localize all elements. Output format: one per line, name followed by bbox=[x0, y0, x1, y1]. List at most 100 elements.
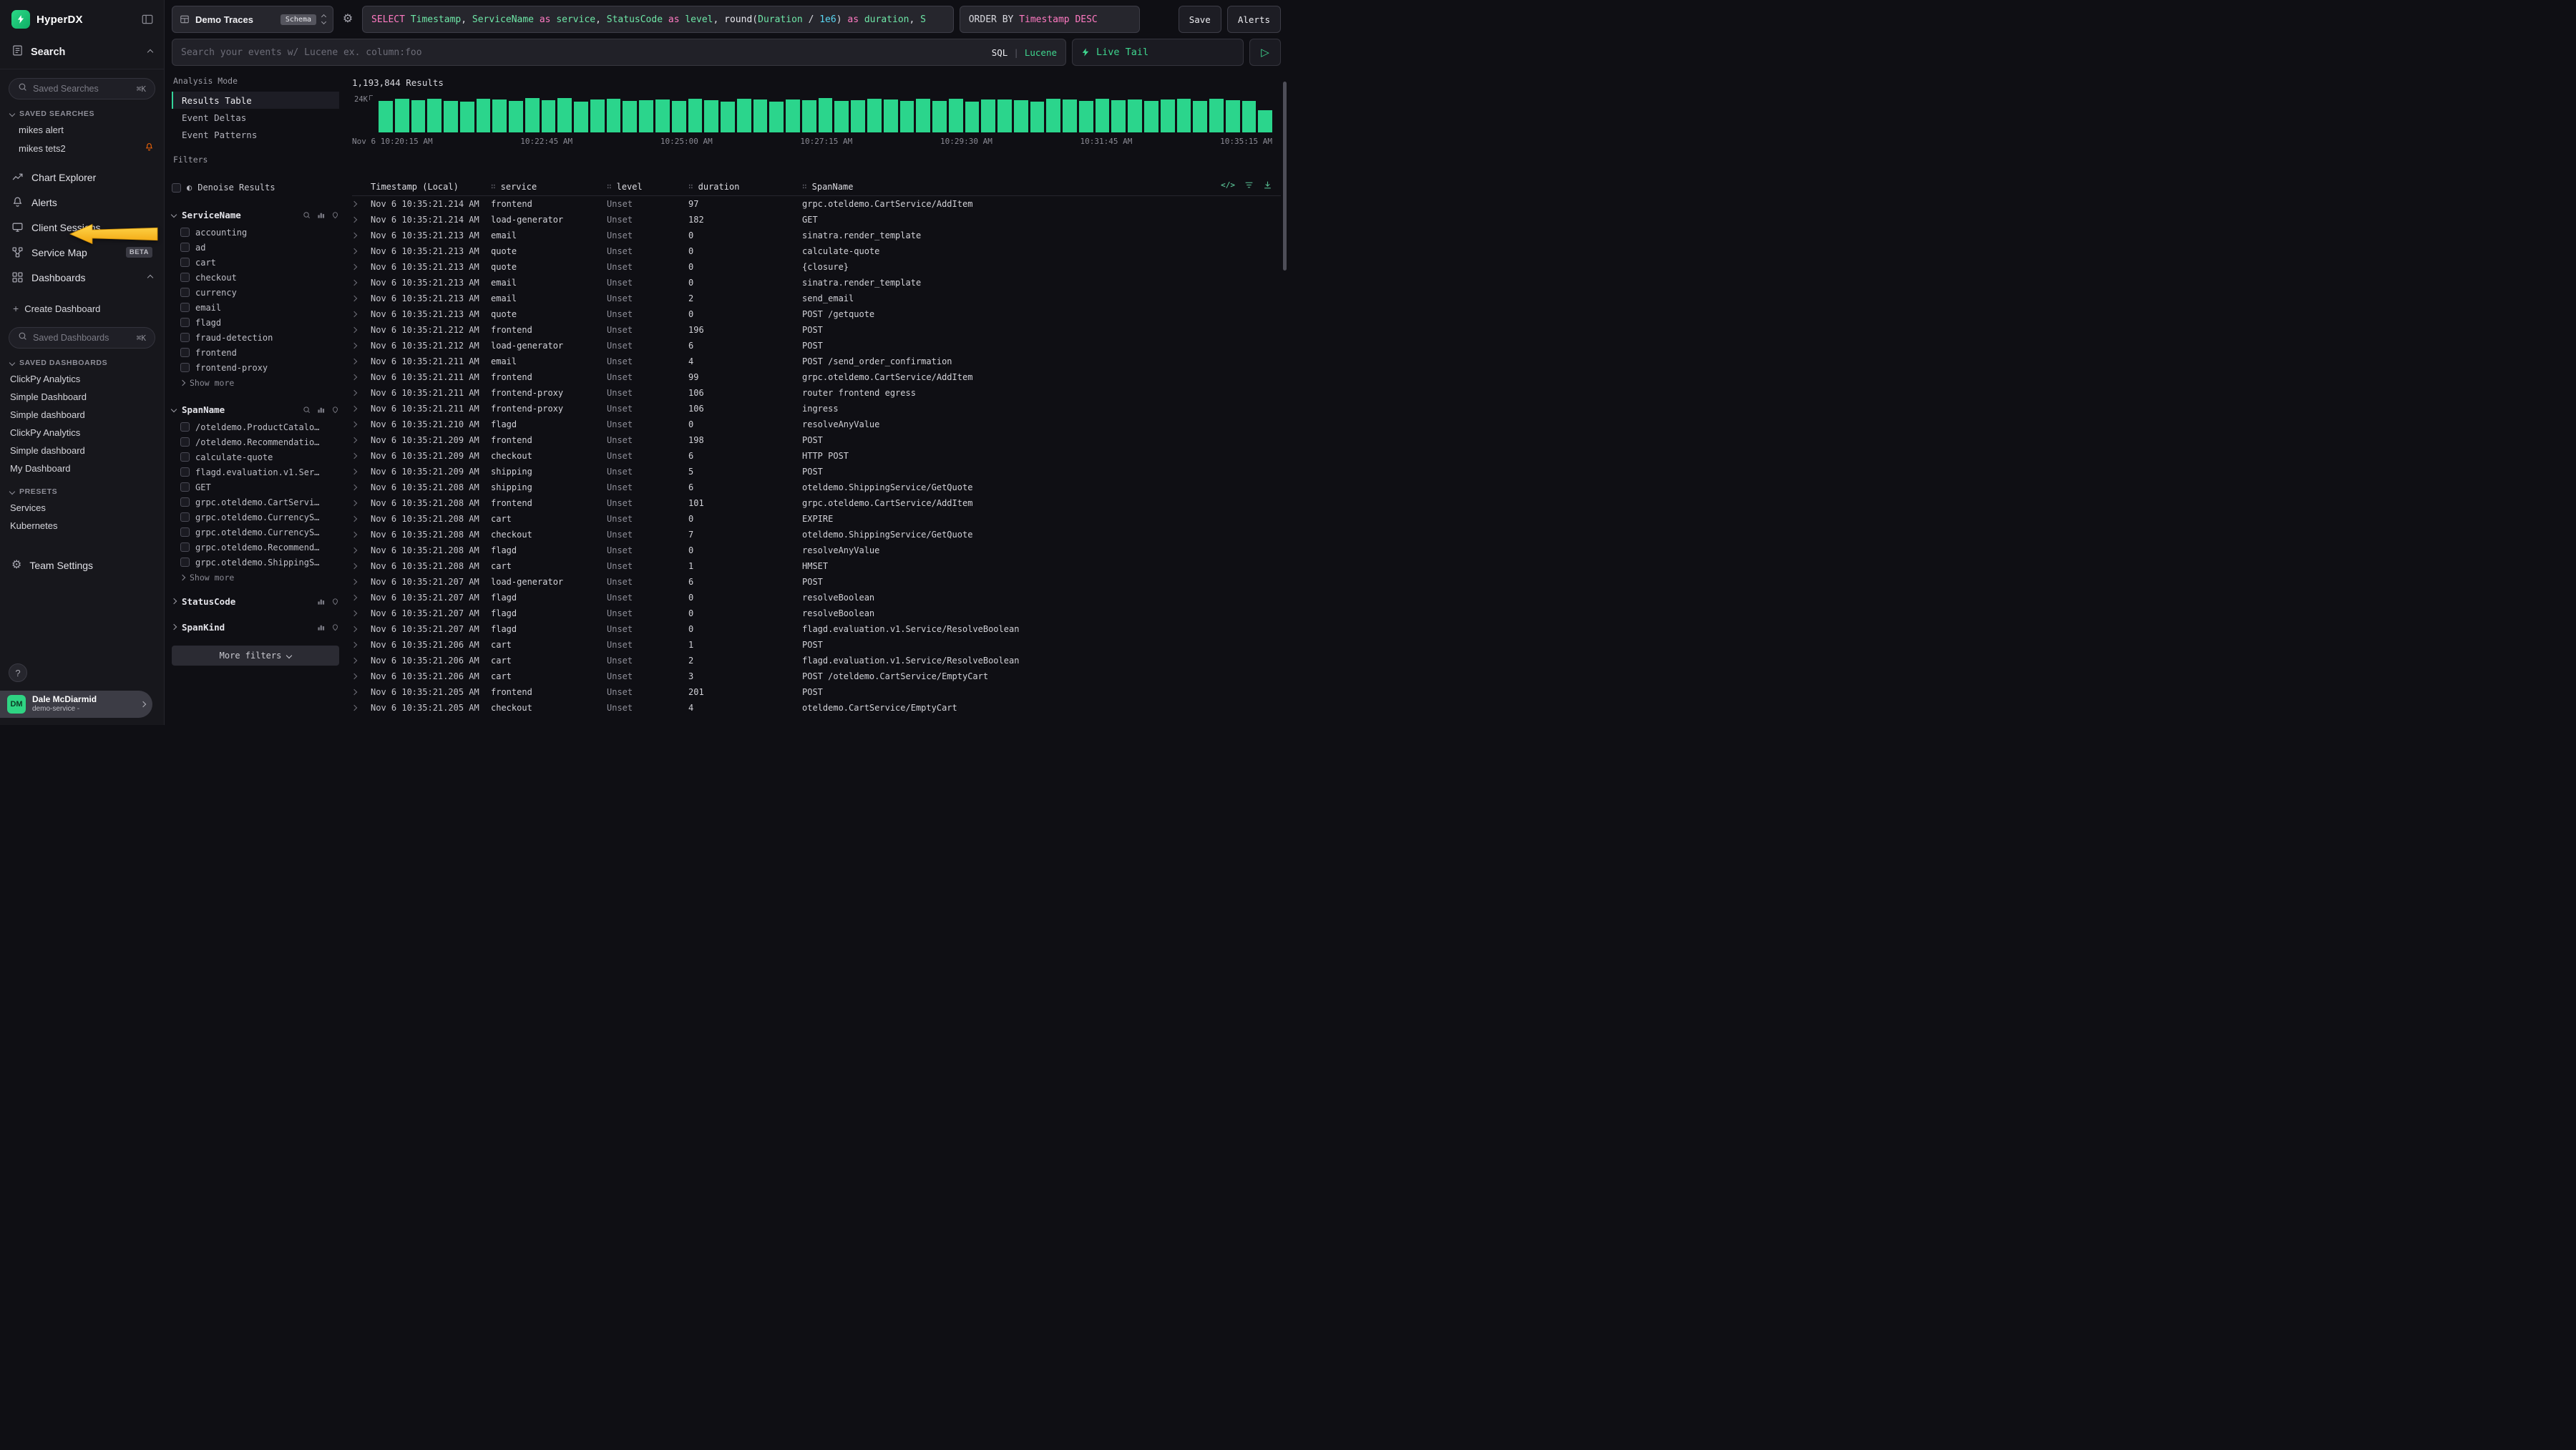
expand-row-icon[interactable] bbox=[351, 217, 357, 223]
histogram-bar[interactable] bbox=[1193, 101, 1207, 132]
facet-header[interactable]: SpanName bbox=[172, 399, 339, 419]
saved-search-item[interactable]: mikes tets2 bbox=[0, 139, 164, 157]
table-row[interactable]: Nov 6 10:35:21.208 AM cart Unset 0 EXPIR… bbox=[352, 511, 1281, 527]
saved-searches-group-label[interactable]: SAVED SEARCHES bbox=[10, 110, 164, 118]
histogram-bar[interactable] bbox=[851, 100, 865, 132]
histogram-bar[interactable] bbox=[721, 102, 735, 132]
facet-value-row[interactable]: grpc.oteldemo.CartServi… bbox=[172, 495, 339, 510]
table-row[interactable]: Nov 6 10:35:21.207 AM load-generator Uns… bbox=[352, 574, 1281, 590]
histogram-bar[interactable] bbox=[427, 99, 441, 132]
play-button[interactable]: ▷ bbox=[1249, 39, 1281, 66]
histogram-bar[interactable] bbox=[1226, 100, 1240, 132]
column-header-level[interactable]: ∷level bbox=[607, 182, 688, 192]
checkbox[interactable] bbox=[180, 452, 190, 462]
table-row[interactable]: Nov 6 10:35:21.214 AM frontend Unset 97 … bbox=[352, 196, 1281, 212]
histogram-bar[interactable] bbox=[460, 102, 474, 132]
create-dashboard-button[interactable]: + Create Dashboard bbox=[0, 298, 164, 318]
facet-value-row[interactable]: grpc.oteldemo.ShippingS… bbox=[172, 555, 339, 570]
table-row[interactable]: Nov 6 10:35:21.213 AM quote Unset 0 calc… bbox=[352, 243, 1281, 259]
analysis-mode-option[interactable]: Results Table bbox=[172, 92, 339, 109]
facet-value-row[interactable]: frontend-proxy bbox=[172, 360, 339, 375]
user-menu[interactable]: DM Dale McDiarmid demo-service - bbox=[0, 691, 152, 718]
table-row[interactable]: Nov 6 10:35:21.211 AM frontend Unset 99 … bbox=[352, 369, 1281, 385]
drag-handle-icon[interactable]: ∷ bbox=[607, 182, 612, 191]
expand-row-icon[interactable] bbox=[351, 673, 357, 679]
table-row[interactable]: Nov 6 10:35:21.209 AM shipping Unset 5 P… bbox=[352, 464, 1281, 480]
expand-row-icon[interactable] bbox=[351, 233, 357, 238]
show-more-link[interactable]: Show more bbox=[172, 570, 339, 585]
histogram-bar[interactable] bbox=[623, 101, 637, 132]
table-row[interactable]: Nov 6 10:35:21.206 AM cart Unset 3 POST … bbox=[352, 668, 1281, 684]
histogram-bar[interactable] bbox=[965, 102, 980, 132]
expand-row-icon[interactable] bbox=[351, 311, 357, 317]
checkbox[interactable] bbox=[180, 348, 190, 357]
expand-row-icon[interactable] bbox=[351, 374, 357, 380]
histogram-bar[interactable] bbox=[1030, 102, 1045, 132]
table-row[interactable]: Nov 6 10:35:21.207 AM flagd Unset 0 reso… bbox=[352, 605, 1281, 621]
scrollbar-thumb[interactable] bbox=[1283, 82, 1287, 271]
column-header-duration[interactable]: ∷duration bbox=[688, 182, 802, 192]
expand-row-icon[interactable] bbox=[351, 469, 357, 475]
show-more-link[interactable]: Show more bbox=[172, 375, 339, 391]
histogram-bar[interactable] bbox=[1111, 100, 1126, 132]
histogram-bar[interactable] bbox=[509, 101, 523, 132]
histogram-bar[interactable] bbox=[1144, 101, 1158, 132]
histogram-bar[interactable] bbox=[900, 101, 914, 132]
expand-row-icon[interactable] bbox=[351, 359, 357, 364]
checkbox[interactable] bbox=[180, 288, 190, 297]
table-row[interactable]: Nov 6 10:35:21.210 AM flagd Unset 0 reso… bbox=[352, 417, 1281, 432]
histogram-bar[interactable] bbox=[704, 100, 718, 132]
expand-row-icon[interactable] bbox=[351, 327, 357, 333]
order-by-editor[interactable]: ORDER BY Timestamp DESC bbox=[960, 6, 1140, 33]
pin-icon[interactable] bbox=[331, 598, 339, 605]
expand-row-icon[interactable] bbox=[351, 658, 357, 663]
histogram-bar[interactable] bbox=[1079, 101, 1093, 132]
expand-row-icon[interactable] bbox=[351, 248, 357, 254]
sidebar-dashboard-item[interactable]: Simple Dashboard bbox=[0, 388, 164, 406]
expand-row-icon[interactable] bbox=[351, 422, 357, 427]
histogram-bar[interactable] bbox=[1128, 99, 1142, 132]
histogram-bar[interactable] bbox=[1063, 99, 1077, 132]
expand-row-icon[interactable] bbox=[351, 595, 357, 600]
table-row[interactable]: Nov 6 10:35:21.213 AM quote Unset 0 {clo… bbox=[352, 259, 1281, 275]
histogram-bar[interactable] bbox=[395, 99, 409, 132]
sidebar-dashboard-item[interactable]: ClickPy Analytics bbox=[0, 370, 164, 388]
sidebar-item-dashboards[interactable]: Dashboards bbox=[0, 265, 164, 290]
column-header-spanname[interactable]: ∷SpanName bbox=[802, 182, 1202, 192]
expand-row-icon[interactable] bbox=[351, 264, 357, 270]
table-row[interactable]: Nov 6 10:35:21.213 AM email Unset 0 sina… bbox=[352, 228, 1281, 243]
bar-chart-icon[interactable] bbox=[317, 406, 325, 414]
source-select[interactable]: Demo Traces Schema bbox=[172, 6, 333, 33]
download-icon[interactable] bbox=[1263, 180, 1272, 190]
histogram-bar[interactable] bbox=[867, 99, 882, 132]
facet-value-row[interactable]: flagd.evaluation.v1.Ser… bbox=[172, 464, 339, 480]
column-settings-icon[interactable] bbox=[1244, 180, 1254, 190]
expand-row-icon[interactable] bbox=[351, 201, 357, 207]
bar-chart-icon[interactable] bbox=[317, 598, 325, 605]
table-row[interactable]: Nov 6 10:35:21.209 AM frontend Unset 198… bbox=[352, 432, 1281, 448]
event-search-box[interactable]: SQL | Lucene bbox=[172, 39, 1066, 66]
drag-handle-icon[interactable]: ∷ bbox=[802, 182, 807, 191]
bar-chart-icon[interactable] bbox=[317, 623, 325, 631]
checkbox[interactable] bbox=[180, 558, 190, 567]
histogram-bar[interactable] bbox=[737, 99, 751, 132]
facet-value-row[interactable]: email bbox=[172, 300, 339, 315]
checkbox[interactable] bbox=[180, 512, 190, 522]
sidebar-item-client-sessions[interactable]: Client Sessions bbox=[0, 215, 164, 240]
table-row[interactable]: Nov 6 10:35:21.212 AM load-generator Uns… bbox=[352, 338, 1281, 354]
facet-value-row[interactable]: /oteldemo.Recommendatio… bbox=[172, 434, 339, 449]
histogram-bar[interactable] bbox=[639, 100, 653, 132]
table-row[interactable]: Nov 6 10:35:21.208 AM flagd Unset 0 reso… bbox=[352, 542, 1281, 558]
table-row[interactable]: Nov 6 10:35:21.207 AM flagd Unset 0 flag… bbox=[352, 621, 1281, 637]
facet-value-row[interactable]: checkout bbox=[172, 270, 339, 285]
facet-value-row[interactable]: currency bbox=[172, 285, 339, 300]
checkbox[interactable] bbox=[180, 363, 190, 372]
table-row[interactable]: Nov 6 10:35:21.208 AM checkout Unset 7 o… bbox=[352, 527, 1281, 542]
checkbox[interactable] bbox=[180, 318, 190, 327]
denoise-results-toggle[interactable]: ◐ Denoise Results bbox=[172, 179, 339, 196]
facet-value-row[interactable]: grpc.oteldemo.CurrencyS… bbox=[172, 525, 339, 540]
drag-handle-icon[interactable]: ∷ bbox=[491, 182, 496, 191]
language-lucene[interactable]: Lucene bbox=[1025, 47, 1057, 58]
expand-row-icon[interactable] bbox=[351, 532, 357, 537]
code-view-icon[interactable]: </> bbox=[1221, 180, 1235, 190]
